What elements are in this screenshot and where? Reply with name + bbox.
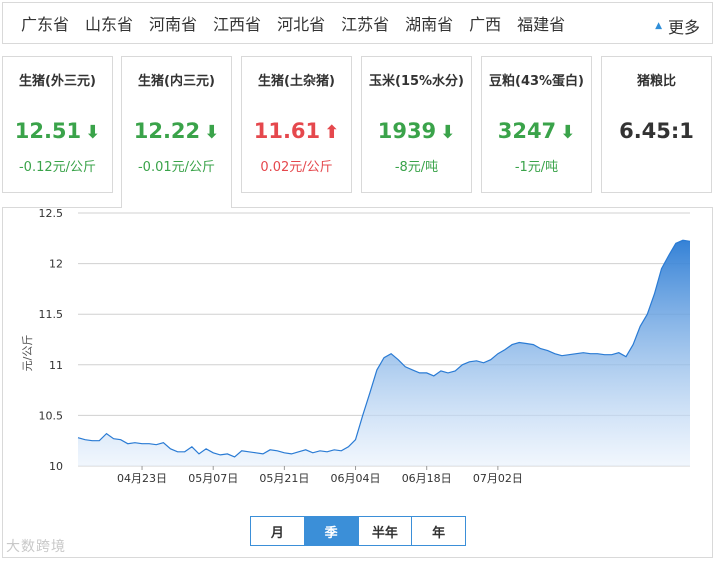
card-change: -8元/吨 [394, 160, 439, 175]
y-axis-label: 元/公斤 [21, 335, 34, 372]
card-price-value: 12.22 [133, 119, 201, 143]
y-tick-label: 10.5 [39, 409, 64, 422]
price-card[interactable]: 生猪(土杂猪) 11.61 ⬆ 0.02元/公斤 [241, 56, 352, 193]
card-price: 12.22 ⬇ [122, 119, 231, 143]
range-button[interactable]: 月 [251, 517, 304, 545]
region-tab[interactable]: 福建省 [517, 11, 565, 35]
card-change: -1元/吨 [514, 160, 559, 175]
more-label: 更多 [667, 18, 700, 37]
card-price: 3247 ⬇ [482, 119, 591, 143]
card-name: 玉米(15%水分) [369, 74, 464, 89]
price-area [78, 240, 690, 466]
x-tick-label: 06月04日 [331, 472, 381, 485]
price-card[interactable]: 生猪(内三元) 12.22 ⬇ -0.01元/公斤 [121, 56, 232, 208]
price-card[interactable]: 豆粕(43%蛋白) 3247 ⬇ -1元/吨 [481, 56, 592, 193]
more-button[interactable]: ▲ 更多 [655, 14, 700, 38]
card-price: 6.45:1 [602, 119, 711, 143]
arrow-down-icon: ⬇ [560, 122, 576, 143]
region-tab[interactable]: 河南省 [149, 11, 197, 35]
x-tick-label: 05月07日 [188, 472, 238, 485]
arrow-down-icon: ⬇ [204, 122, 220, 143]
region-tab[interactable]: 山东省 [85, 11, 133, 35]
card-price-value: 6.45:1 [619, 119, 694, 143]
arrow-down-icon: ⬇ [440, 122, 456, 143]
card-change: 0.02元/公斤 [260, 160, 333, 175]
region-tab[interactable]: 广东省 [21, 11, 69, 35]
y-tick-label: 12.5 [39, 208, 64, 220]
x-tick-label: 07月02日 [473, 472, 523, 485]
card-price-value: 11.61 [253, 119, 321, 143]
range-button[interactable]: 半年 [357, 517, 412, 545]
card-name: 猪粮比 [636, 74, 676, 89]
card-price-value: 12.51 [14, 119, 82, 143]
range-button[interactable]: 年 [411, 517, 465, 545]
card-price: 12.51 ⬇ [3, 119, 112, 143]
card-change: -0.12元/公斤 [18, 160, 97, 175]
card-name: 豆粕(43%蛋白) [489, 74, 584, 89]
x-tick-label: 05月21日 [259, 472, 309, 485]
region-tab[interactable]: 湖南省 [405, 11, 453, 35]
region-bar: 广东省 山东省 河南省 江西省 河北省 江苏省 湖南省 广西 福建省 ▲ 更多 [2, 2, 713, 44]
card-name: 生猪(外三元) [19, 74, 96, 89]
region-tab[interactable]: 广西 [469, 11, 501, 35]
region-tab[interactable]: 江苏省 [341, 11, 389, 35]
y-tick-label: 12 [49, 258, 63, 271]
price-chart: 10 10.5 11 11.5 12 12.5 04月23日 05月07日 05月21日 06月… [2, 207, 713, 558]
y-tick-label: 11 [49, 359, 63, 372]
x-tick-label: 06月18日 [402, 472, 452, 485]
caret-up-icon: ▲ [655, 21, 662, 31]
card-name: 生猪(土杂猪) [258, 74, 335, 89]
price-card[interactable]: 猪粮比 6.45:1 [601, 56, 712, 193]
card-price-value: 1939 [377, 119, 437, 143]
watermark: 大数跨境 [6, 539, 66, 555]
card-name: 生猪(内三元) [138, 74, 215, 89]
price-card[interactable]: 生猪(外三元) 12.51 ⬇ -0.12元/公斤 [2, 56, 113, 193]
price-card[interactable]: 玉米(15%水分) 1939 ⬇ -8元/吨 [361, 56, 472, 193]
card-price: 11.61 ⬆ [242, 119, 351, 143]
price-chart-svg: 10 10.5 11 11.5 12 12.5 04月23日 05月07日 05月21日 06月… [21, 207, 691, 485]
range-selector: 月季半年年 [250, 516, 466, 546]
y-tick-label: 10 [49, 460, 63, 473]
region-tab[interactable]: 河北省 [277, 11, 325, 35]
y-tick-label: 11.5 [39, 308, 64, 321]
arrow-up-icon: ⬆ [324, 122, 340, 143]
x-tick-label: 04月23日 [117, 472, 167, 485]
arrow-down-icon: ⬇ [85, 122, 101, 143]
region-tab[interactable]: 江西省 [213, 11, 261, 35]
range-button[interactable]: 季 [303, 517, 358, 545]
card-price: 1939 ⬇ [362, 119, 471, 143]
card-change: -0.01元/公斤 [137, 160, 216, 175]
card-price-value: 3247 [497, 119, 557, 143]
